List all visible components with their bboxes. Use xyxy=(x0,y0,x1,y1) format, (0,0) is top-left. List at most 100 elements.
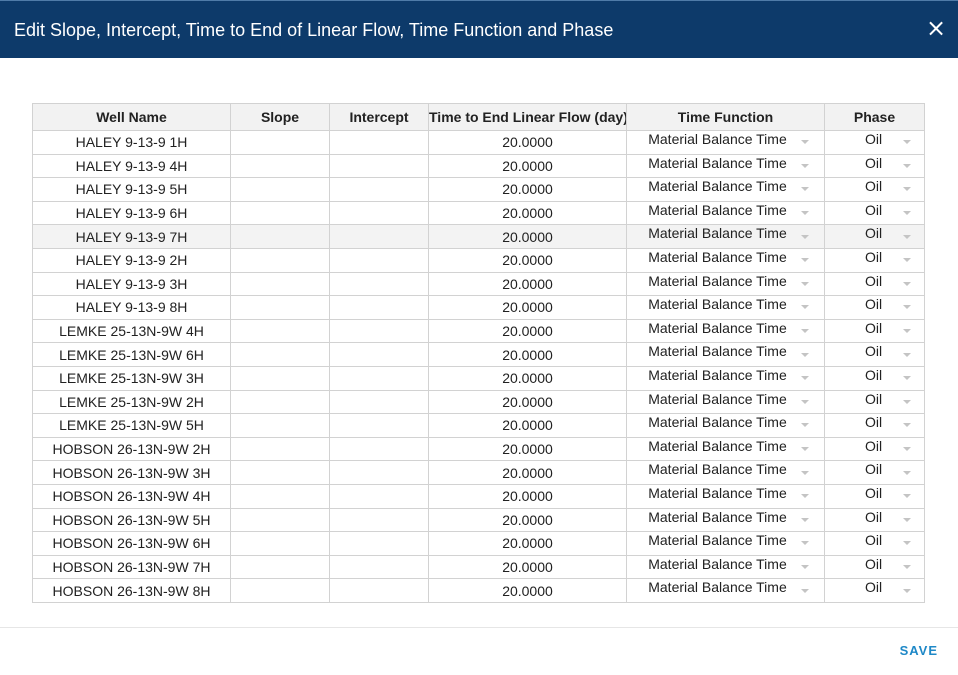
chevron-down-icon[interactable] xyxy=(903,376,911,381)
slope-cell[interactable] xyxy=(230,436,330,462)
phase-select[interactable]: Oil xyxy=(826,226,924,248)
chevron-down-icon[interactable] xyxy=(801,517,809,522)
chevron-down-icon[interactable] xyxy=(903,470,911,475)
phase-select[interactable]: Oil xyxy=(826,249,924,271)
chevron-down-icon[interactable] xyxy=(801,163,809,168)
phase-select[interactable]: Oil xyxy=(826,391,924,413)
slope-cell[interactable] xyxy=(230,271,330,297)
chevron-down-icon[interactable] xyxy=(801,470,809,475)
chevron-down-icon[interactable] xyxy=(903,211,911,216)
chevron-down-icon[interactable] xyxy=(903,258,911,263)
column-header-well-name[interactable]: Well Name xyxy=(32,103,231,131)
time-function-cell[interactable]: Material Balance Time xyxy=(626,578,825,603)
time-function-select[interactable]: Material Balance Time xyxy=(628,438,824,460)
phase-cell[interactable]: Oil xyxy=(824,318,925,344)
time-function-cell[interactable]: Material Balance Time xyxy=(626,389,825,415)
table-row[interactable]: LEMKE 25-13N-9W 2H 20.0000 Material Balanc… xyxy=(32,389,925,415)
phase-select[interactable]: Oil xyxy=(826,485,924,507)
chevron-down-icon[interactable] xyxy=(801,494,809,499)
time-function-select[interactable]: Material Balance Time xyxy=(628,367,824,389)
time-function-select[interactable]: Material Balance Time xyxy=(628,320,824,342)
chevron-down-icon[interactable] xyxy=(801,447,809,452)
chevron-down-icon[interactable] xyxy=(903,163,911,168)
phase-select[interactable]: Oil xyxy=(826,131,924,153)
chevron-down-icon[interactable] xyxy=(801,258,809,263)
time-function-cell[interactable]: Material Balance Time xyxy=(626,295,825,320)
phase-select[interactable]: Oil xyxy=(826,179,924,201)
phase-select[interactable]: Oil xyxy=(826,155,924,177)
time-to-end-cell[interactable]: 20.0000 xyxy=(428,130,627,155)
table-row[interactable]: HALEY 9-13-9 1H 20.0000 Material Balance T… xyxy=(32,130,925,155)
time-function-cell[interactable]: Material Balance Time xyxy=(626,436,825,462)
time-to-end-cell[interactable]: 20.0000 xyxy=(428,436,627,462)
slope-cell[interactable] xyxy=(230,153,330,179)
chevron-down-icon[interactable] xyxy=(801,541,809,546)
time-function-cell[interactable]: Material Balance Time xyxy=(626,200,825,226)
slope-cell[interactable] xyxy=(230,200,330,226)
chevron-down-icon[interactable] xyxy=(903,541,911,546)
chevron-down-icon[interactable] xyxy=(801,305,809,310)
phase-cell[interactable]: Oil xyxy=(824,483,925,509)
slope-cell[interactable] xyxy=(230,507,330,533)
slope-cell[interactable] xyxy=(230,365,330,391)
phase-select[interactable]: Oil xyxy=(826,320,924,342)
phase-select[interactable]: Oil xyxy=(826,344,924,366)
chevron-down-icon[interactable] xyxy=(801,140,809,145)
chevron-down-icon[interactable] xyxy=(801,399,809,404)
phase-cell[interactable]: Oil xyxy=(824,460,925,485)
save-button[interactable]: SAVE xyxy=(900,643,938,658)
table-row[interactable]: HOBSON 26-13N-9W 5H 20.0000 Material Balan… xyxy=(32,507,925,533)
table-row[interactable]: HALEY 9-13-9 3H 20.0000 Material Balance T… xyxy=(32,271,925,297)
intercept-cell[interactable] xyxy=(329,295,429,320)
time-function-cell[interactable]: Material Balance Time xyxy=(626,554,825,580)
time-function-select[interactable]: Material Balance Time xyxy=(628,273,824,295)
slope-cell[interactable] xyxy=(230,578,330,603)
intercept-cell[interactable] xyxy=(329,177,429,202)
time-to-end-cell[interactable]: 20.0000 xyxy=(428,177,627,202)
phase-cell[interactable]: Oil xyxy=(824,200,925,226)
intercept-cell[interactable] xyxy=(329,200,429,226)
time-function-cell[interactable]: Material Balance Time xyxy=(626,531,825,556)
chevron-down-icon[interactable] xyxy=(903,329,911,334)
column-header-slope[interactable]: Slope xyxy=(230,103,330,131)
phase-cell[interactable]: Oil xyxy=(824,413,925,438)
slope-cell[interactable] xyxy=(230,130,330,155)
time-function-select[interactable]: Material Balance Time xyxy=(628,580,824,602)
phase-select[interactable]: Oil xyxy=(826,297,924,319)
slope-cell[interactable] xyxy=(230,295,330,320)
time-function-cell[interactable]: Material Balance Time xyxy=(626,507,825,533)
time-function-select[interactable]: Material Balance Time xyxy=(628,415,824,437)
intercept-cell[interactable] xyxy=(329,483,429,509)
phase-cell[interactable]: Oil xyxy=(824,153,925,179)
table-row[interactable]: HALEY 9-13-9 6H 20.0000 Material Balance T… xyxy=(32,200,925,226)
phase-cell[interactable]: Oil xyxy=(824,342,925,367)
time-to-end-cell[interactable]: 20.0000 xyxy=(428,483,627,509)
intercept-cell[interactable] xyxy=(329,224,429,249)
intercept-cell[interactable] xyxy=(329,531,429,556)
time-function-cell[interactable]: Material Balance Time xyxy=(626,342,825,367)
time-function-select[interactable]: Material Balance Time xyxy=(628,485,824,507)
time-to-end-cell[interactable]: 20.0000 xyxy=(428,507,627,533)
time-function-select[interactable]: Material Balance Time xyxy=(628,344,824,366)
time-to-end-cell[interactable]: 20.0000 xyxy=(428,224,627,249)
time-function-select[interactable]: Material Balance Time xyxy=(628,131,824,153)
time-function-select[interactable]: Material Balance Time xyxy=(628,462,824,484)
time-function-cell[interactable]: Material Balance Time xyxy=(626,177,825,202)
intercept-cell[interactable] xyxy=(329,389,429,415)
phase-cell[interactable]: Oil xyxy=(824,224,925,249)
phase-cell[interactable]: Oil xyxy=(824,130,925,155)
chevron-down-icon[interactable] xyxy=(801,423,809,428)
time-to-end-cell[interactable]: 20.0000 xyxy=(428,413,627,438)
time-function-cell[interactable]: Material Balance Time xyxy=(626,413,825,438)
chevron-down-icon[interactable] xyxy=(801,187,809,192)
intercept-cell[interactable] xyxy=(329,365,429,391)
time-function-select[interactable]: Material Balance Time xyxy=(628,202,824,224)
time-function-select[interactable]: Material Balance Time xyxy=(628,297,824,319)
phase-select[interactable]: Oil xyxy=(826,580,924,602)
time-to-end-cell[interactable]: 20.0000 xyxy=(428,200,627,226)
table-row[interactable]: HALEY 9-13-9 4H 20.0000 Material Balance T… xyxy=(32,153,925,179)
phase-cell[interactable]: Oil xyxy=(824,578,925,603)
phase-select[interactable]: Oil xyxy=(826,367,924,389)
phase-cell[interactable]: Oil xyxy=(824,365,925,391)
intercept-cell[interactable] xyxy=(329,436,429,462)
